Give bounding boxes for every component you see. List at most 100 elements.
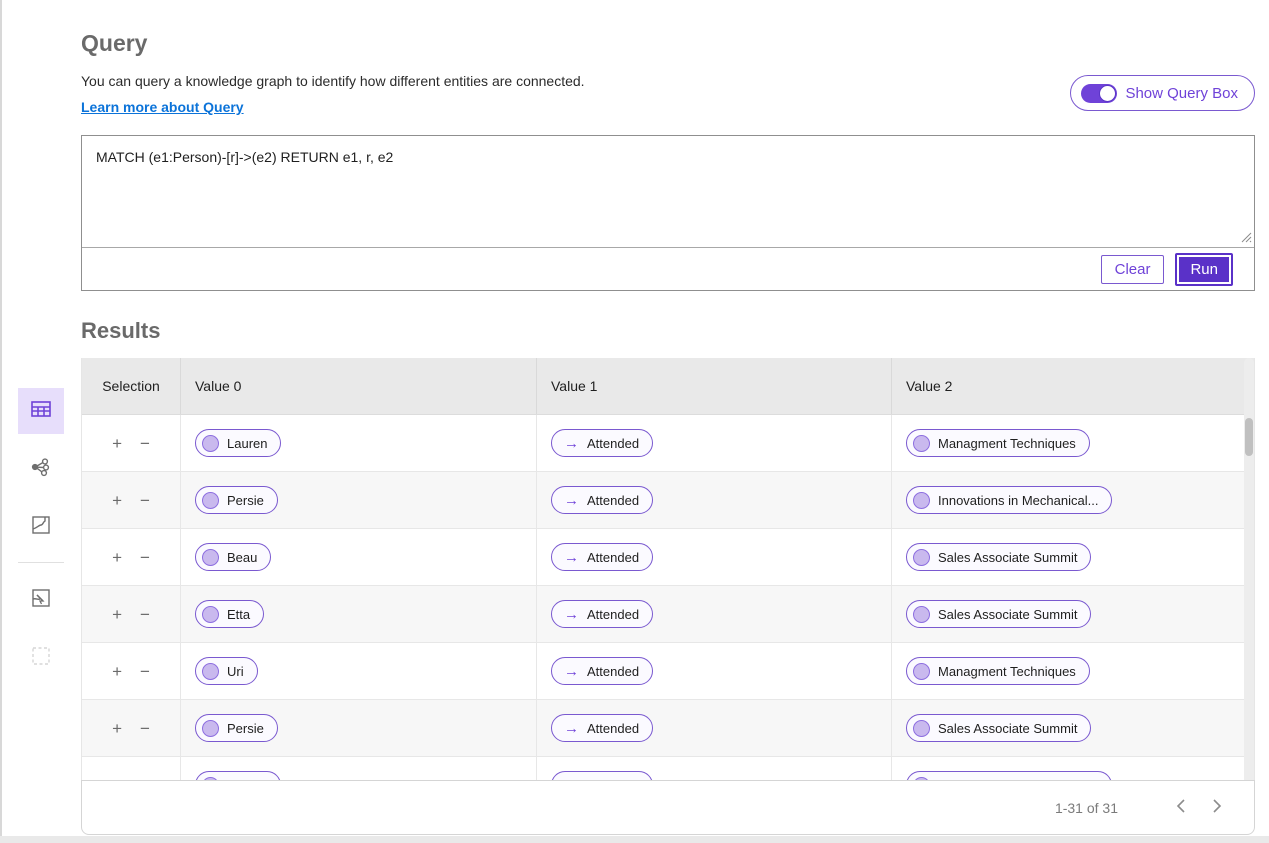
relationship-pill[interactable]: → Attended [551, 657, 654, 685]
entity-pill[interactable]: Persie [195, 714, 278, 742]
relationship-pill[interactable]: → Attended [551, 600, 654, 628]
resize-handle-icon[interactable] [1240, 230, 1252, 243]
remove-from-selection-button[interactable]: − [140, 549, 150, 566]
table-view-icon [29, 397, 53, 426]
entity-pill[interactable]: Lauren [195, 771, 282, 780]
query-input[interactable]: MATCH (e1:Person)-[r]->(e2) RETURN e1, r… [82, 136, 1254, 247]
value0-cell: Etta [181, 586, 537, 642]
query-editor: MATCH (e1:Person)-[r]->(e2) RETURN e1, r… [81, 135, 1255, 291]
map-view-button[interactable] [18, 504, 64, 550]
entity-label: Uri [227, 663, 244, 679]
entity-pill[interactable]: Sales Associate Summit [906, 714, 1092, 742]
table-row: + − Persie → Attended Innovations in Mec… [82, 472, 1254, 529]
add-to-selection-button[interactable]: + [112, 549, 122, 566]
previous-page-button[interactable] [1170, 795, 1192, 820]
relationship-pill[interactable]: → Attended [551, 771, 654, 780]
relationship-pill[interactable]: → Attended [551, 714, 654, 742]
entity-pill[interactable]: Persie [195, 486, 278, 514]
table-view-button[interactable] [18, 388, 64, 434]
value2-cell: Sales Associate Summit [892, 700, 1254, 756]
add-to-selection-button[interactable]: + [112, 435, 122, 452]
value0-cell: Persie [181, 472, 537, 528]
value2-cell: Managment Techniques [892, 415, 1254, 471]
scrollbar-thumb[interactable] [1245, 418, 1253, 456]
learn-more-link[interactable]: Learn more about Query [81, 99, 244, 115]
entity-pill[interactable]: Lauren [195, 429, 282, 457]
sidebar-divider [18, 562, 64, 563]
window-left-edge [0, 0, 2, 843]
entity-pill[interactable]: Beau [195, 543, 272, 571]
entity-label: Managment Techniques [938, 663, 1076, 679]
selection-cell: + − [82, 415, 181, 471]
remove-from-selection-button[interactable]: − [140, 492, 150, 509]
value1-cell: → Attended [537, 586, 892, 642]
relation-arrow-icon: → [564, 605, 579, 623]
relation-arrow-icon: → [564, 548, 579, 566]
selection-cell: + − [82, 757, 181, 780]
entity-dot-icon [202, 548, 219, 566]
table-scrollbar[interactable] [1244, 358, 1254, 780]
selection-cell: + − [82, 472, 181, 528]
pagination-bar: 1-31 of 31 [81, 780, 1255, 835]
empty-view-icon [29, 644, 53, 673]
relationship-label: Attended [587, 435, 640, 451]
run-button[interactable]: Run [1175, 252, 1233, 286]
entity-pill[interactable]: Managment Techniques [906, 429, 1090, 457]
relationship-label: Attended [587, 663, 640, 679]
relationship-label: Attended [587, 492, 640, 508]
table-header-row: Selection Value 0 Value 1 Value 2 [82, 358, 1254, 415]
entity-pill[interactable]: Innovations in Mechanical... [906, 486, 1113, 514]
relationship-pill[interactable]: → Attended [551, 486, 654, 514]
entity-pill[interactable]: Sales Associate Summit [906, 543, 1092, 571]
next-page-button[interactable] [1206, 795, 1228, 820]
selection-cell: + − [82, 643, 181, 699]
entity-pill[interactable]: Etta [195, 600, 265, 628]
add-to-selection-button[interactable]: + [112, 606, 122, 623]
entity-pill[interactable]: Managment Techniques [906, 657, 1090, 685]
show-query-box-toggle[interactable]: Show Query Box [1070, 75, 1255, 111]
entity-dot-icon [913, 491, 930, 509]
table-row: + − Persie → Attended Sales Associate Su… [82, 700, 1254, 757]
remove-from-selection-button[interactable]: − [140, 606, 150, 623]
network-view-button[interactable] [18, 446, 64, 492]
entity-pill[interactable]: Innovations in Mechanical... [906, 771, 1113, 780]
query-actions-bar: Clear Run [82, 247, 1254, 290]
column-header-selection: Selection [82, 358, 181, 414]
selection-cell: + − [82, 586, 181, 642]
value2-cell: Sales Associate Summit [892, 529, 1254, 585]
relationship-pill[interactable]: → Attended [551, 543, 654, 571]
relation-arrow-icon: → [564, 491, 579, 509]
entity-pill[interactable]: Sales Associate Summit [906, 600, 1092, 628]
add-to-selection-button[interactable]: + [112, 720, 122, 737]
selection-cell: + − [82, 700, 181, 756]
add-to-selection-button[interactable]: + [112, 663, 122, 680]
selection-cell: + − [82, 529, 181, 585]
remove-from-selection-button[interactable]: − [140, 720, 150, 737]
relationship-label: Attended [587, 606, 640, 622]
map-select-view-icon [29, 586, 53, 615]
value2-cell: Managment Techniques [892, 643, 1254, 699]
main-content: Query You can query a knowledge graph to… [81, 0, 1255, 843]
remove-from-selection-button[interactable]: − [140, 435, 150, 452]
value1-cell: → Attended [537, 529, 892, 585]
relationship-label: Attended [587, 720, 640, 736]
entity-pill[interactable]: Uri [195, 657, 258, 685]
remove-from-selection-button[interactable]: − [140, 663, 150, 680]
relation-arrow-icon: → [564, 719, 579, 737]
relationship-pill[interactable]: → Attended [551, 429, 654, 457]
view-switcher-sidebar [18, 388, 64, 693]
add-to-selection-button[interactable]: + [112, 492, 122, 509]
column-header-value0: Value 0 [181, 358, 537, 414]
page-description: You can query a knowledge graph to ident… [81, 73, 585, 89]
results-heading: Results [81, 318, 161, 343]
column-header-value1: Value 1 [537, 358, 892, 414]
map-select-view-button[interactable] [18, 577, 64, 623]
entity-dot-icon [913, 434, 930, 452]
clear-button[interactable]: Clear [1100, 254, 1165, 284]
entity-dot-icon [913, 719, 930, 737]
entity-dot-icon [913, 662, 930, 680]
entity-dot-icon [202, 662, 219, 680]
value1-cell: → Attended [537, 643, 892, 699]
results-table: Selection Value 0 Value 1 Value 2 + − La… [81, 358, 1255, 780]
entity-label: Persie [227, 492, 264, 508]
